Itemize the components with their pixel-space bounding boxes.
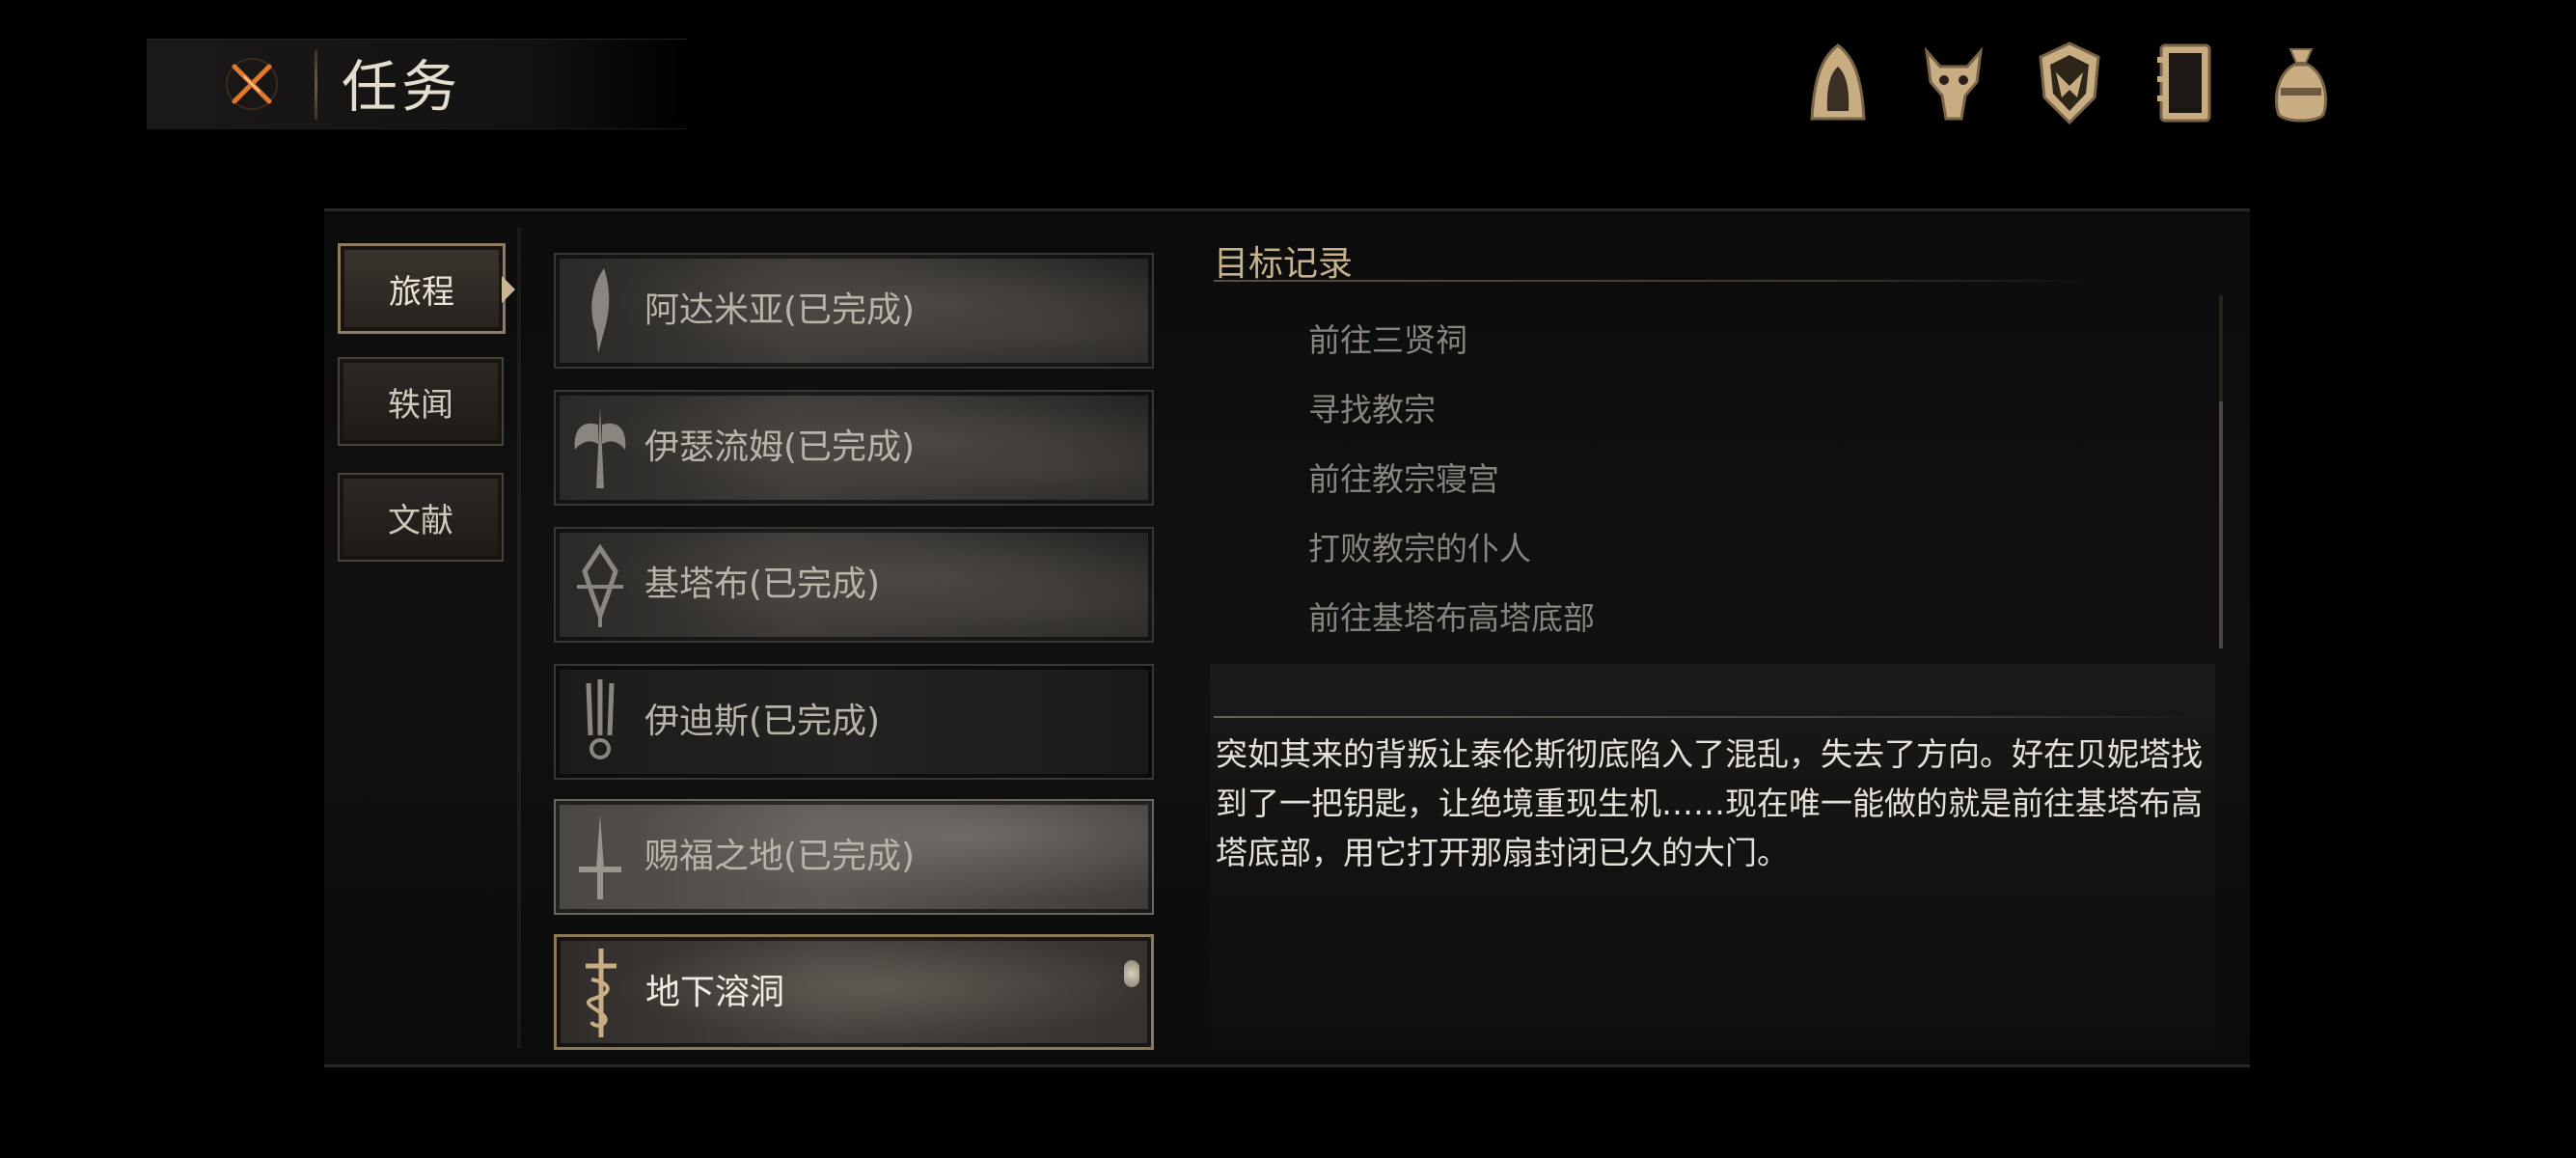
thorn-crest-icon [569, 538, 631, 631]
quest-label: 基塔布(已完成) [644, 565, 881, 604]
quest-label: 阿达米亚(已完成) [644, 290, 916, 330]
blade-emblem-icon [569, 264, 631, 357]
quest-item-adamia[interactable]: 阿达米亚(已完成) [554, 253, 1154, 369]
quest-description: 突如其来的背叛让泰伦斯彻底陷入了混乱，失去了方向。好在贝妮塔找到了一把钥匙，让绝… [1216, 735, 2203, 871]
quest-label: 赐福之地(已完成) [644, 837, 916, 876]
quest-item-blessed-land[interactable]: 赐福之地(已完成) [554, 799, 1154, 915]
title-divider [1214, 280, 2097, 282]
active-quest-marker-icon [1124, 960, 1139, 987]
quest-item-isthalum[interactable]: 伊瑟流姆(已完成) [554, 390, 1154, 506]
money-bag-icon[interactable] [2261, 39, 2341, 127]
shield-crest-icon[interactable] [2030, 39, 2109, 127]
wolf-skull-icon[interactable] [1914, 39, 1993, 127]
objective-item: 前往三贤祠 [1308, 321, 1467, 359]
objective-item: 寻找教宗 [1308, 391, 1436, 428]
quest-item-underground-cave[interactable]: 地下溶洞 [554, 934, 1154, 1050]
tab-journey[interactable]: 旅程 [338, 243, 506, 334]
close-button[interactable] [216, 56, 288, 116]
quest-label: 地下溶洞 [645, 973, 785, 1012]
quest-item-idis[interactable]: 伊迪斯(已完成) [554, 664, 1154, 780]
hood-icon[interactable] [1798, 39, 1877, 127]
tab-documents[interactable]: 文献 [338, 473, 504, 562]
quest-label: 伊瑟流姆(已完成) [644, 427, 916, 467]
quest-item-kitab[interactable]: 基塔布(已完成) [554, 527, 1154, 643]
tab-anecdotes[interactable]: 轶闻 [338, 357, 504, 446]
objectives-title: 目标记录 [1214, 244, 1354, 284]
header-divider [315, 50, 317, 120]
objective-item: 打败教宗的仆人 [1308, 530, 1531, 567]
serpent-sword-icon [570, 947, 632, 1039]
page-title: 任务 [342, 54, 462, 120]
quest-label: 伊迪斯(已完成) [644, 702, 881, 741]
objective-item: 前往教宗寝宫 [1308, 460, 1499, 498]
winged-emblem-icon [569, 401, 631, 494]
objective-item: 前往基塔布高塔底部 [1308, 599, 1595, 637]
objectives-scroll-thumb[interactable] [2219, 401, 2223, 648]
column-divider [517, 228, 521, 1048]
sword-emblem-icon [569, 811, 631, 903]
top-nav-icons [1798, 39, 2341, 127]
active-tab-arrow-icon [502, 276, 515, 303]
journal-icon[interactable] [2146, 39, 2225, 127]
description-divider [1214, 716, 2198, 718]
close-x-icon [223, 55, 281, 117]
trident-emblem-icon [569, 676, 631, 768]
